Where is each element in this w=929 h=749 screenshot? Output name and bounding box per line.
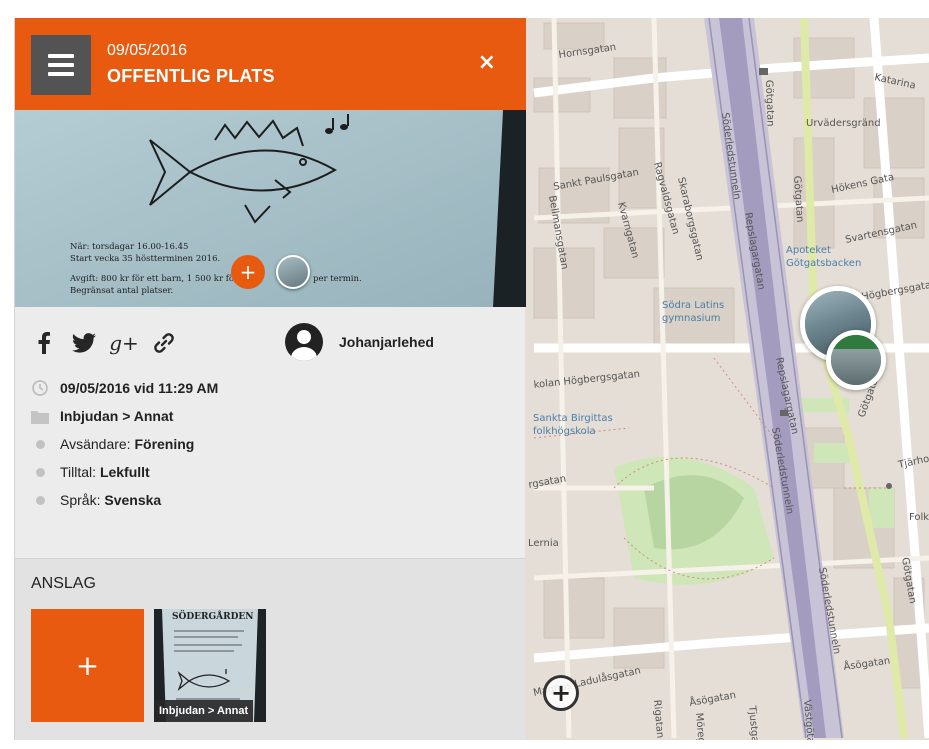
svg-text:Urvädersgränd: Urvädersgränd	[806, 118, 881, 129]
google-plus-glyph: g+	[109, 331, 139, 355]
clock-icon	[31, 379, 49, 397]
photo-text-line: När: torsdagar 16.00-16.45	[70, 242, 188, 252]
panel-header: 09/05/2016 OFFENTLIG PLATS ×	[15, 18, 526, 110]
category-value: Inbjudan > Annat	[60, 408, 174, 424]
close-icon: ×	[477, 50, 496, 75]
hamburger-menu-icon	[48, 72, 74, 76]
svg-text:gymnasium: gymnasium	[662, 313, 721, 324]
detail-tone: Tilltal: Lekfullt	[31, 458, 511, 486]
datetime-value: 09/05/2016 vid 11:29 AM	[60, 380, 219, 396]
detail-sender: Avsändare: Förening	[31, 430, 511, 458]
marker-thumbnail	[831, 335, 881, 385]
twitter-icon[interactable]	[71, 330, 97, 356]
share-bar: g+	[31, 328, 177, 358]
tone-label: Tilltal:	[60, 464, 97, 480]
username[interactable]: Johanjarlehed	[339, 334, 434, 350]
hamburger-menu-icon	[48, 54, 74, 58]
photo-image: När: torsdagar 16.00-16.45 Start vecka 3…	[15, 110, 526, 307]
link-icon[interactable]	[151, 330, 177, 356]
svg-text:Södra Latins: Södra Latins	[662, 300, 724, 311]
user-info[interactable]: Johanjarlehed	[285, 323, 434, 361]
folder-icon	[31, 407, 49, 425]
svg-text:Apoteket: Apoteket	[786, 245, 831, 256]
svg-text:folkhögskola: folkhögskola	[533, 426, 596, 437]
bullet-icon	[31, 491, 49, 509]
svg-text:Götgatan: Götgatan	[763, 80, 776, 127]
language-label: Språk:	[60, 492, 101, 508]
detail-datetime: 09/05/2016 vid 11:29 AM	[31, 374, 511, 402]
photo-text-line: Start vecka 35 höstterminen 2016.	[70, 254, 220, 264]
hamburger-menu-icon	[48, 63, 74, 67]
header-date: 09/05/2016	[107, 42, 188, 59]
anslag-card-label: Inbjudan > Annat	[154, 700, 254, 722]
anslag-title: ANSLAG	[31, 575, 96, 592]
zoom-in-button[interactable]: +	[543, 675, 579, 711]
google-plus-icon[interactable]: g+	[109, 330, 139, 356]
tone-value: Lekfullt	[99, 464, 150, 480]
detail-panel: 09/05/2016 OFFENTLIG PLATS × När: torsda…	[14, 18, 526, 740]
header-title: OFFENTLIG PLATS	[107, 66, 275, 86]
avatar[interactable]	[285, 323, 323, 361]
menu-button[interactable]	[31, 35, 91, 95]
anslag-card[interactable]: SÖDERGÅRDEN Inbjudan > Annat	[154, 609, 266, 722]
photo-text-line: Avgift: 800 kr för ett barn, 1 500 kr fö…	[69, 272, 254, 284]
add-photo-button[interactable]: +	[231, 255, 265, 289]
sender-value: Förening	[134, 436, 195, 452]
plus-icon: +	[239, 260, 257, 284]
sender-label: Avsändare:	[60, 436, 131, 452]
map-marker-2[interactable]	[826, 330, 886, 390]
anslag-section: ANSLAG + SÖDERGÅRDEN Inbjudan > Annat	[15, 558, 526, 740]
bullet-icon	[31, 435, 49, 453]
detail-category: Inbjudan > Annat	[31, 402, 511, 430]
language-value: Svenska	[104, 492, 162, 508]
photo-text-line: Begränsat antal platser.	[70, 286, 173, 296]
details-list: 09/05/2016 vid 11:29 AM Inbjudan > Annat…	[31, 374, 511, 514]
close-button[interactable]: ×	[478, 50, 496, 75]
plus-icon: +	[75, 649, 100, 682]
notice-photo[interactable]: När: torsdagar 16.00-16.45 Start vecka 3…	[15, 110, 526, 307]
photo-thumbnail[interactable]	[276, 255, 310, 289]
svg-text:Folk: Folk	[909, 512, 929, 523]
facebook-icon[interactable]	[31, 330, 57, 356]
add-anslag-button[interactable]: +	[31, 609, 144, 722]
bullet-icon	[31, 463, 49, 481]
svg-text:Götgatsbacken: Götgatsbacken	[786, 258, 861, 269]
detail-language: Språk: Svenska	[31, 486, 511, 514]
photo-text-line: per termin.	[313, 274, 362, 284]
plus-icon: +	[550, 679, 572, 707]
svg-text:Sankta Birgittas: Sankta Birgittas	[533, 413, 613, 424]
svg-text:Lernia: Lernia	[528, 538, 559, 549]
